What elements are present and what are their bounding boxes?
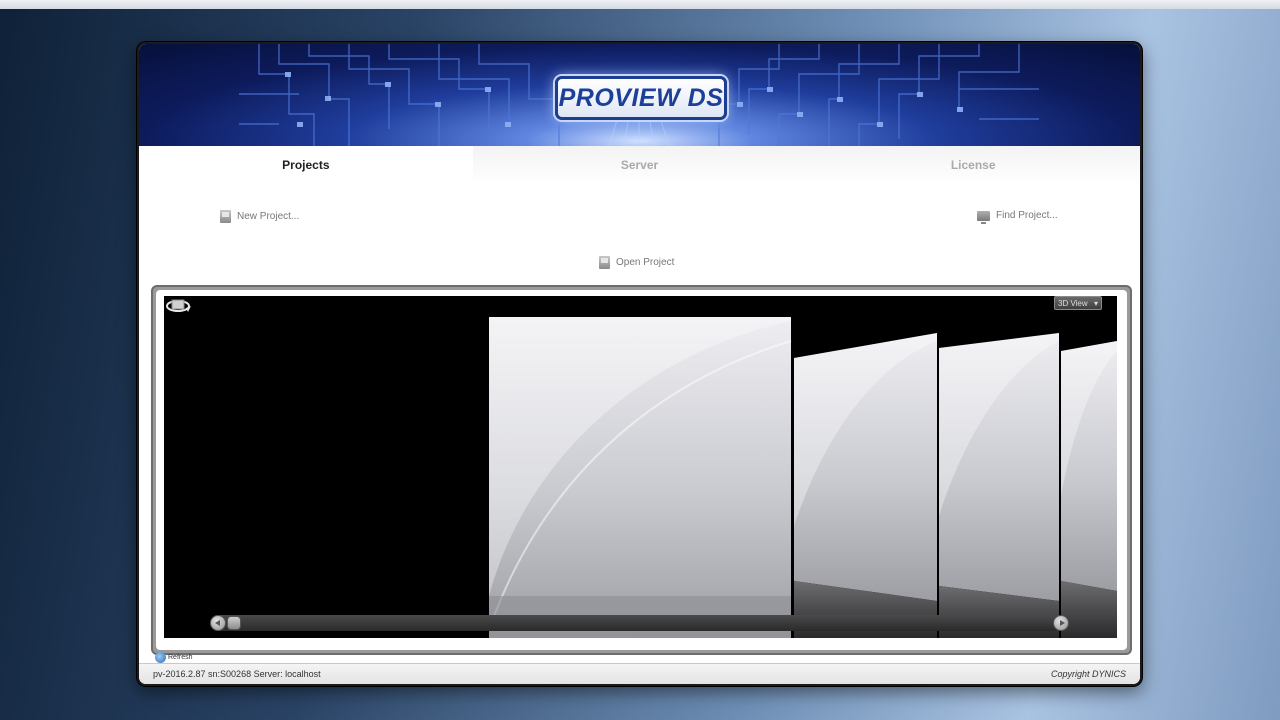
app-window-inner: PROVIEW DS Projects Server License New P… bbox=[139, 44, 1140, 684]
project-card-right-2[interactable] bbox=[939, 333, 1059, 638]
new-project-label: New Project... bbox=[237, 211, 300, 222]
app-window: PROVIEW DS Projects Server License New P… bbox=[137, 42, 1142, 686]
project-card-center[interactable] bbox=[489, 317, 792, 638]
project-viewer: 3D View ▾ bbox=[151, 285, 1132, 655]
copyright-text: Copyright DYNICS bbox=[1050, 669, 1126, 679]
arrow-left-icon bbox=[215, 620, 220, 626]
viewer-frame: 3D View ▾ bbox=[156, 290, 1127, 650]
status-bar: pv-2016.2.87 sn:S00268 Server: localhost… bbox=[139, 663, 1140, 684]
refresh-icon bbox=[155, 652, 166, 663]
scroll-right-button[interactable] bbox=[1053, 615, 1069, 631]
carousel-stage: 3D View ▾ bbox=[164, 296, 1117, 638]
tab-server[interactable]: Server bbox=[472, 146, 807, 184]
project-card-right-1[interactable] bbox=[794, 333, 937, 638]
open-document-icon bbox=[599, 256, 610, 269]
proview-logo: PROVIEW DS bbox=[555, 76, 727, 120]
chevron-down-icon: ▾ bbox=[1093, 298, 1098, 308]
carousel-scrollbar[interactable] bbox=[210, 615, 1062, 631]
view-mode-dropdown[interactable]: 3D View ▾ bbox=[1054, 296, 1102, 310]
browser-top-strip bbox=[0, 0, 1280, 9]
main-tabs: Projects Server License bbox=[139, 146, 1140, 184]
tab-license[interactable]: License bbox=[806, 146, 1140, 184]
rotate-view-icon[interactable] bbox=[164, 296, 192, 316]
open-project-button[interactable]: Open Project bbox=[599, 256, 674, 269]
new-document-icon bbox=[220, 210, 231, 223]
scrollbar-thumb[interactable] bbox=[227, 616, 241, 630]
logo-text: PROVIEW DS bbox=[558, 83, 724, 112]
open-project-label: Open Project bbox=[616, 257, 675, 268]
scroll-left-button[interactable] bbox=[210, 615, 226, 631]
project-card-right-3[interactable] bbox=[1061, 341, 1117, 638]
refresh-label: Refresh bbox=[168, 654, 193, 661]
refresh-button[interactable]: Refresh bbox=[155, 652, 193, 663]
tab-projects[interactable]: Projects bbox=[139, 146, 473, 184]
version-info: pv-2016.2.87 sn:S00268 Server: localhost bbox=[153, 669, 321, 679]
view-mode-label: 3D View bbox=[1058, 298, 1088, 308]
project-carousel bbox=[489, 317, 1117, 638]
find-project-label: Find Project... bbox=[996, 210, 1058, 221]
header-banner: PROVIEW DS bbox=[139, 44, 1140, 146]
find-project-button[interactable]: Find Project... bbox=[977, 210, 1058, 224]
arrow-right-icon bbox=[1060, 620, 1065, 626]
monitor-search-icon bbox=[977, 211, 990, 224]
new-project-button[interactable]: New Project... bbox=[220, 210, 299, 223]
